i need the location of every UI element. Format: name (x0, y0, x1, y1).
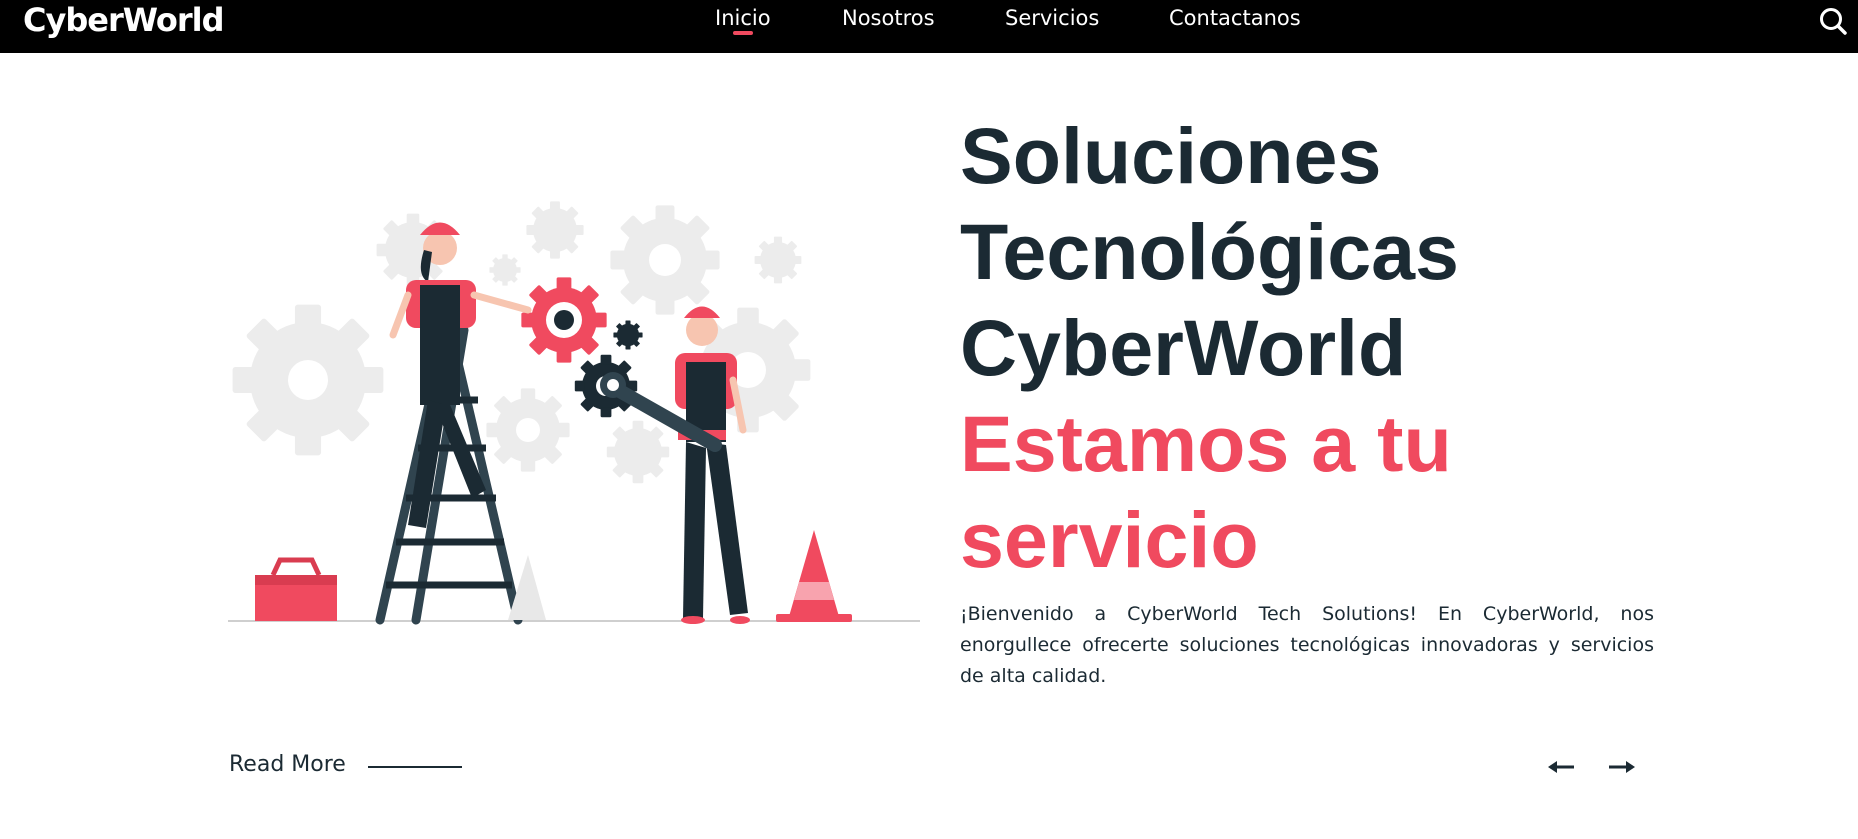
hero-heading: Soluciones Tecnológicas CyberWorld Estam… (960, 108, 1680, 588)
active-nav-indicator (733, 31, 753, 35)
nav-item-inicio[interactable]: Inicio (715, 6, 771, 30)
next-slide-button[interactable] (1607, 752, 1637, 782)
prev-slide-button[interactable] (1546, 752, 1576, 782)
top-navbar: CyberWorld Inicio Nosotros Servicios Con… (0, 0, 1858, 53)
search-button[interactable] (1818, 6, 1848, 36)
search-icon (1820, 8, 1847, 35)
hero-title-line: Tecnológicas (960, 207, 1459, 296)
brand-logo[interactable]: CyberWorld (23, 1, 225, 39)
nav-item-nosotros[interactable]: Nosotros (842, 6, 935, 30)
hero-title-line: CyberWorld (960, 303, 1407, 392)
hero-title-line: Soluciones (960, 111, 1382, 200)
workers-gears-illustration (228, 201, 920, 625)
hero-accent-line: servicio (960, 495, 1259, 584)
nav-item-contactanos[interactable]: Contactanos (1169, 6, 1301, 30)
hero-accent-line: Estamos a tu (960, 399, 1452, 488)
read-more-divider (368, 766, 462, 768)
arrow-left-icon (1548, 761, 1574, 773)
arrow-right-icon (1609, 761, 1635, 773)
read-more-link[interactable]: Read More (229, 752, 346, 777)
hero-intro-text: ¡Bienvenido a CyberWorld Tech Solutions!… (960, 603, 1654, 687)
nav-item-servicios[interactable]: Servicios (1005, 6, 1099, 30)
